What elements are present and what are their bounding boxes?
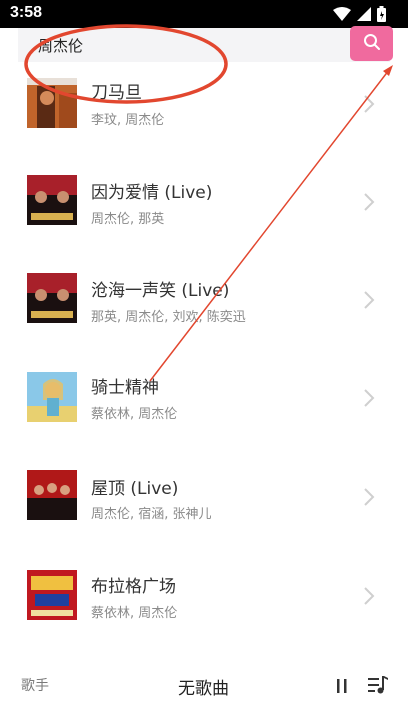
song-title: 布拉格广场 bbox=[91, 577, 176, 597]
chevron-right-icon bbox=[362, 388, 376, 408]
wifi-icon bbox=[333, 7, 351, 21]
song-title: 刀马旦 bbox=[91, 83, 142, 103]
album-art bbox=[27, 372, 77, 422]
chevron-right-icon bbox=[362, 290, 376, 310]
battery-icon bbox=[377, 6, 386, 22]
song-artist: 那英, 周杰伦, 刘欢, 陈奕迅 bbox=[91, 310, 246, 325]
album-art bbox=[27, 570, 77, 620]
search-button[interactable] bbox=[350, 26, 393, 61]
song-artist: 周杰伦, 宿涵, 张神儿 bbox=[91, 507, 212, 522]
song-title: 沧海一声笑 (Live) bbox=[91, 281, 230, 301]
search-input[interactable]: 周杰伦 bbox=[38, 35, 83, 56]
pause-icon[interactable] bbox=[334, 677, 350, 695]
chevron-right-icon bbox=[362, 487, 376, 507]
song-item[interactable]: 布拉格广场 蔡依林, 周杰伦 bbox=[0, 552, 408, 650]
status-icons bbox=[333, 6, 386, 22]
song-item[interactable]: 骑士精神 蔡依林, 周杰伦 bbox=[0, 356, 408, 454]
status-bar: 3:58 bbox=[0, 0, 408, 28]
album-art bbox=[27, 470, 77, 520]
playlist-icon[interactable] bbox=[367, 675, 389, 695]
singer-tab[interactable]: 歌手 bbox=[21, 675, 49, 695]
search-icon bbox=[363, 33, 381, 55]
signal-icon bbox=[357, 7, 371, 21]
song-item[interactable]: 屋顶 (Live) 周杰伦, 宿涵, 张神儿 bbox=[0, 454, 408, 552]
song-title: 骑士精神 bbox=[91, 378, 159, 398]
chevron-right-icon bbox=[362, 94, 376, 114]
album-art bbox=[27, 175, 77, 225]
chevron-right-icon bbox=[362, 192, 376, 212]
song-item[interactable]: 因为爱情 (Live) 周杰伦, 那英 bbox=[0, 160, 408, 258]
song-artist: 蔡依林, 周杰伦 bbox=[91, 606, 178, 621]
now-playing-title[interactable]: 无歌曲 bbox=[178, 674, 229, 699]
chevron-right-icon bbox=[362, 586, 376, 606]
song-item[interactable]: 沧海一声笑 (Live) 那英, 周杰伦, 刘欢, 陈奕迅 bbox=[0, 258, 408, 356]
song-artist: 周杰伦, 那英 bbox=[91, 212, 165, 227]
status-time: 3:58 bbox=[10, 4, 43, 21]
song-title: 屋顶 (Live) bbox=[91, 479, 179, 499]
song-artist: 蔡依林, 周杰伦 bbox=[91, 407, 178, 422]
song-artist: 李玟, 周杰伦 bbox=[91, 113, 165, 128]
song-item[interactable]: 刀马旦 李玟, 周杰伦 bbox=[0, 62, 408, 160]
search-bar[interactable]: 周杰伦 bbox=[18, 28, 390, 62]
album-art bbox=[27, 273, 77, 323]
song-title: 因为爱情 (Live) bbox=[91, 183, 213, 203]
album-art bbox=[27, 78, 77, 128]
player-bar: 歌手 无歌曲 bbox=[0, 662, 408, 725]
